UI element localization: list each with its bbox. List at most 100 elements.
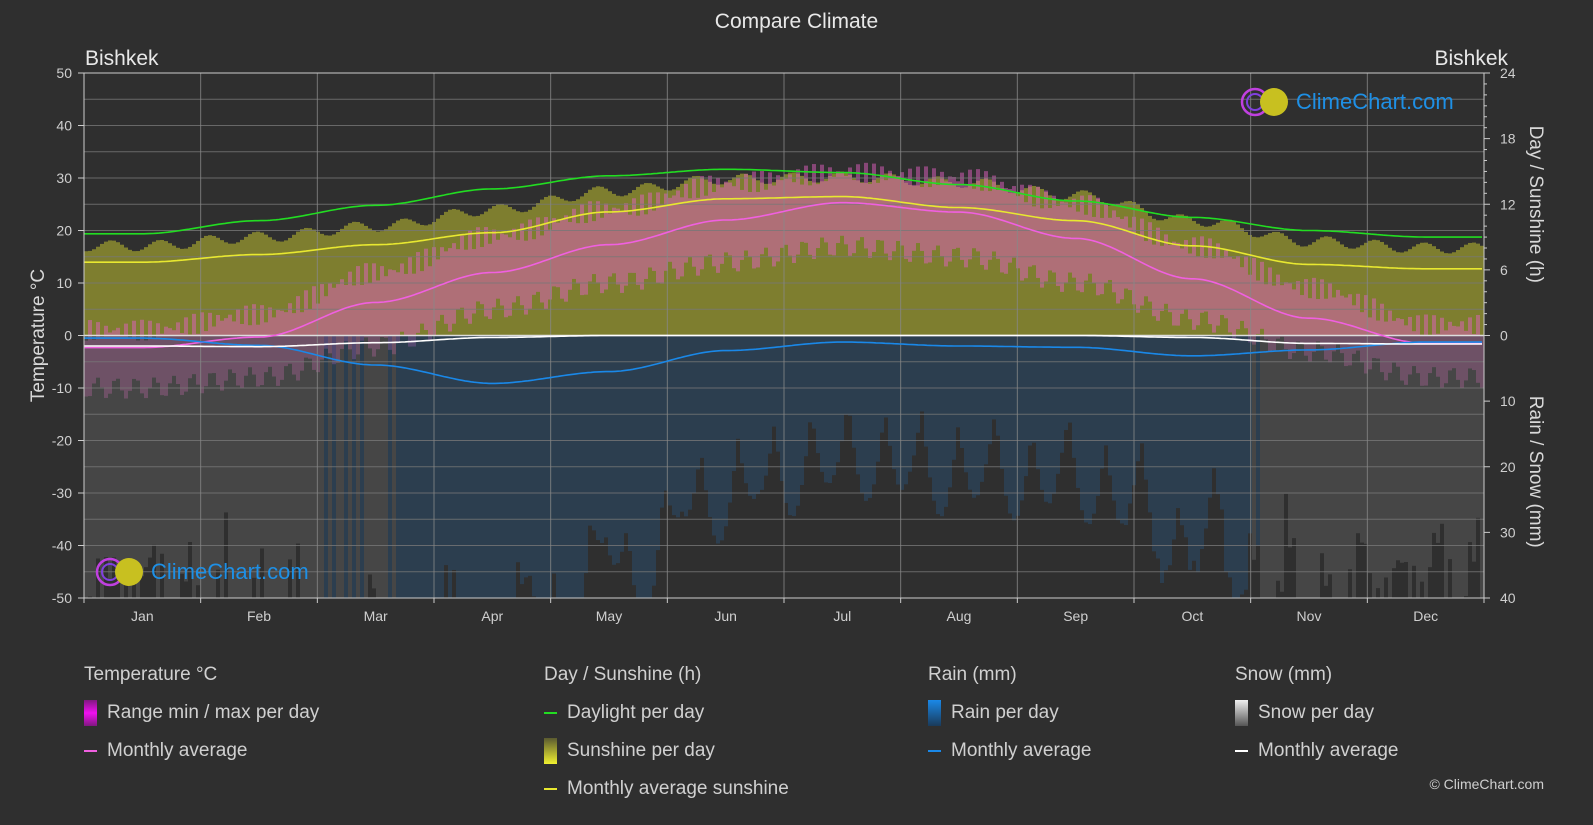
city-left-label: Bishkek bbox=[85, 47, 159, 70]
temp-range-bar bbox=[636, 215, 640, 285]
temp-range-bar bbox=[1052, 195, 1056, 273]
precip-bar bbox=[776, 335, 780, 452]
sunshine-bar bbox=[1428, 243, 1432, 336]
sunshine-bar bbox=[84, 251, 88, 336]
precip-bar bbox=[612, 335, 616, 565]
x-tick-label: Jun bbox=[714, 608, 737, 624]
temp-range-bar bbox=[728, 182, 732, 256]
precip-bar bbox=[792, 335, 796, 517]
temp-range-bar bbox=[848, 167, 852, 256]
precip-bar bbox=[588, 335, 592, 526]
temp-range-bar bbox=[420, 271, 424, 324]
temp-range-bar bbox=[1008, 189, 1012, 263]
sunshine-bar bbox=[108, 240, 112, 336]
temp-range-bar bbox=[1144, 241, 1148, 297]
temp-range-bar bbox=[1200, 236, 1204, 313]
precip-bar bbox=[764, 335, 768, 476]
logo-top[interactable]: ClimeChart.com bbox=[1240, 86, 1454, 118]
precip-bar bbox=[1116, 335, 1120, 521]
temp-range-bar bbox=[624, 203, 628, 286]
right-bottom-axis-title: Rain / Snow (mm) bbox=[1525, 396, 1546, 548]
precip-bar bbox=[1440, 335, 1444, 524]
precip-bar bbox=[1136, 335, 1140, 462]
precip-bar bbox=[1120, 335, 1124, 524]
rain-avg-swatch bbox=[928, 750, 941, 752]
precip-bar bbox=[1108, 335, 1112, 476]
x-tick-label: Sep bbox=[1063, 608, 1088, 624]
precip-bar bbox=[1376, 335, 1380, 589]
left-tick-label: -50 bbox=[52, 590, 72, 606]
temp-range-bar bbox=[1064, 202, 1068, 283]
sunshine-bar bbox=[212, 235, 216, 336]
precip-bar bbox=[1192, 335, 1196, 561]
temp-range-bar bbox=[1000, 181, 1004, 273]
temp-range-bar bbox=[1160, 245, 1164, 312]
precip-bar bbox=[1000, 335, 1004, 469]
temp-range-bar bbox=[904, 180, 908, 259]
temp-range-bar bbox=[996, 189, 1000, 259]
temp-range-bar bbox=[1172, 241, 1176, 326]
precip-bar bbox=[960, 335, 964, 449]
temp-range-bar bbox=[468, 230, 472, 324]
precip-bar bbox=[1224, 335, 1228, 572]
precip-bar bbox=[1288, 335, 1292, 548]
sunshine-bar bbox=[112, 240, 116, 336]
precip-bar bbox=[188, 335, 192, 543]
precip-bar bbox=[652, 335, 656, 586]
legend-temperature: Temperature °C Range min / max per day M… bbox=[84, 664, 319, 778]
precip-bar bbox=[1228, 335, 1232, 578]
temp-range-bar bbox=[1280, 285, 1284, 337]
legend-item: Range min / max per day bbox=[84, 700, 319, 740]
left-tick-label: -30 bbox=[52, 485, 72, 501]
temp-range-bar bbox=[1048, 208, 1052, 271]
temp-range-bar bbox=[944, 181, 948, 267]
precip-bar bbox=[1024, 335, 1028, 477]
precip-bar bbox=[928, 335, 932, 478]
temp-range-bar bbox=[1260, 261, 1264, 329]
temp-range-bar bbox=[1040, 208, 1044, 288]
x-tick-label: Oct bbox=[1181, 608, 1203, 624]
precip-bar bbox=[804, 335, 808, 457]
precip-bar bbox=[872, 335, 876, 485]
precip-bar bbox=[1244, 335, 1248, 590]
temp-range-bar bbox=[492, 229, 496, 308]
left-tick-label: 40 bbox=[56, 118, 72, 134]
precip-bar bbox=[1448, 335, 1452, 560]
temp-range-bar bbox=[1124, 216, 1128, 289]
right-bottom-tick-label: 20 bbox=[1500, 459, 1516, 475]
precip-bar bbox=[1016, 335, 1020, 516]
precip-bar bbox=[844, 335, 848, 415]
sunshine-bar bbox=[152, 241, 156, 336]
precip-bar bbox=[600, 335, 604, 544]
precip-bar bbox=[816, 335, 820, 454]
x-tick-label: May bbox=[596, 608, 622, 624]
precip-bar bbox=[96, 335, 100, 559]
precip-bar bbox=[980, 335, 984, 482]
temp-range-bar bbox=[872, 163, 876, 252]
right-bottom-tick-label: 10 bbox=[1500, 393, 1516, 409]
temp-range-bar bbox=[536, 217, 540, 292]
temp-range-bar bbox=[816, 184, 820, 249]
temp-range-bar bbox=[1232, 258, 1236, 339]
temp-range-bar bbox=[936, 185, 940, 246]
temp-range-bar bbox=[436, 259, 440, 321]
x-tick-label: Nov bbox=[1297, 608, 1322, 624]
temp-range-bar bbox=[500, 233, 504, 306]
sunshine-bar bbox=[124, 247, 128, 336]
temp-range-bar bbox=[736, 177, 740, 272]
temp-range-bar bbox=[688, 198, 692, 258]
logo-bottom[interactable]: ClimeChart.com bbox=[95, 556, 309, 588]
precip-bar bbox=[712, 335, 716, 536]
temp-range-bar bbox=[476, 227, 480, 302]
left-tick-label: 20 bbox=[56, 223, 72, 239]
precip-bar bbox=[1032, 335, 1036, 443]
precip-bar bbox=[800, 335, 804, 486]
temp-range-bar bbox=[408, 257, 412, 347]
precip-bar bbox=[1168, 335, 1172, 566]
precip-bar bbox=[756, 335, 760, 495]
precip-bar bbox=[1164, 335, 1168, 571]
temp-range-bar bbox=[532, 239, 536, 295]
precip-bar bbox=[108, 335, 112, 579]
precip-bar bbox=[1320, 335, 1324, 554]
precip-bar bbox=[956, 335, 960, 428]
